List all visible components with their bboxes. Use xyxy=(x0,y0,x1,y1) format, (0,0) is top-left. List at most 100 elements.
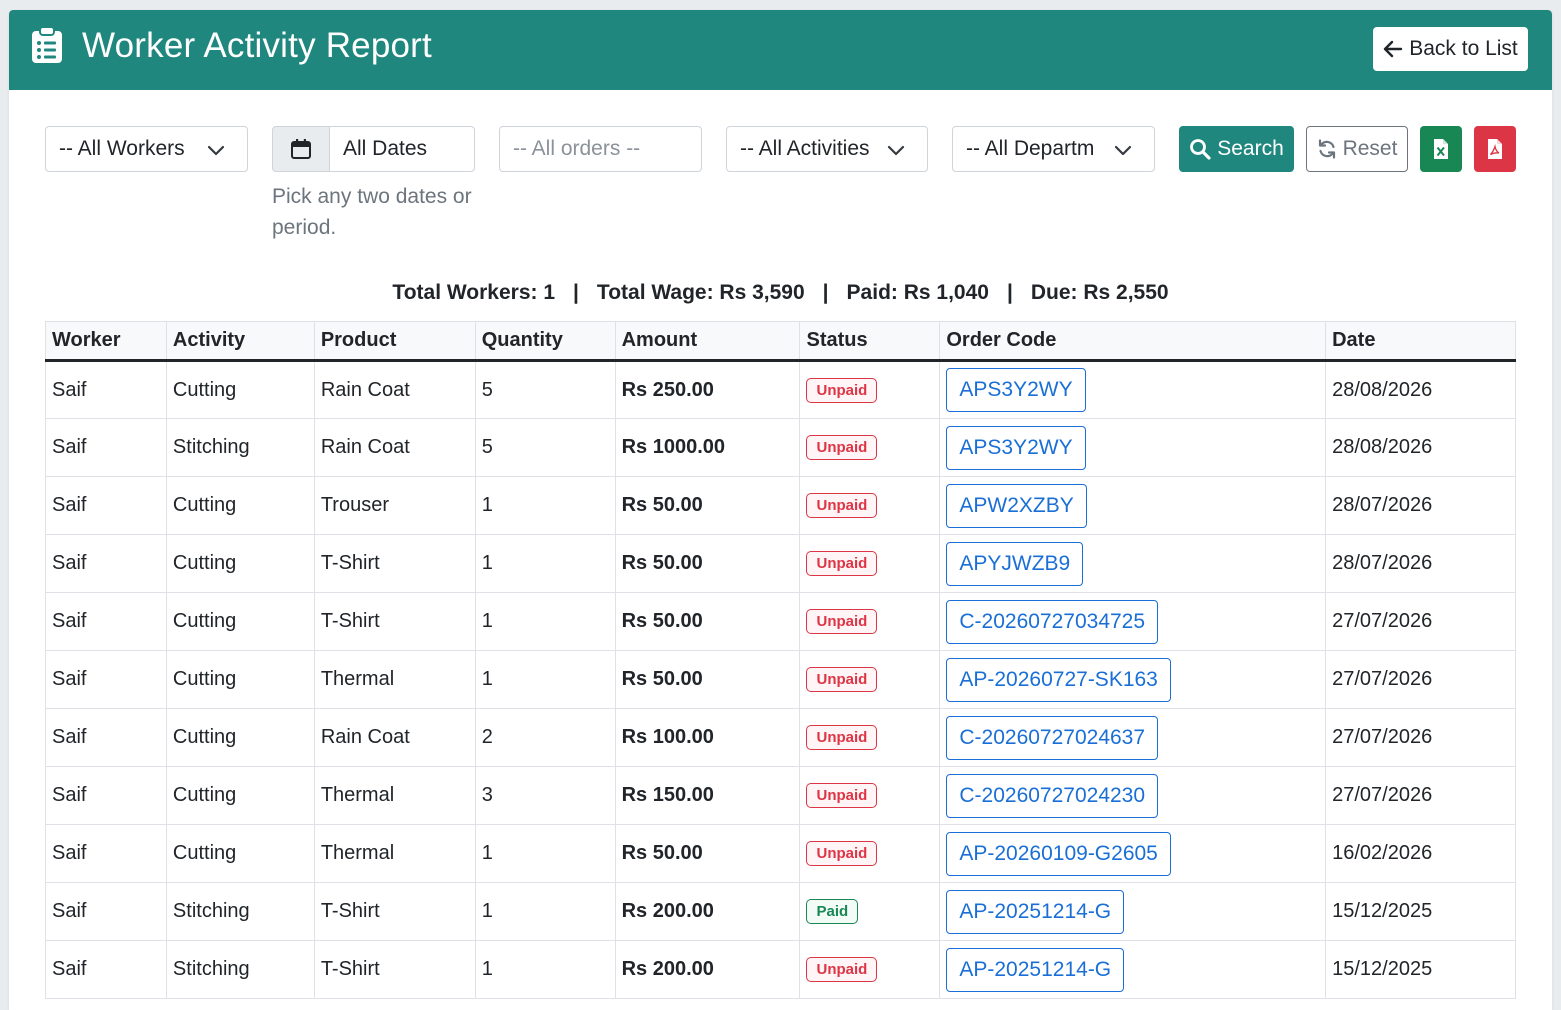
search-button-label: Search xyxy=(1217,137,1284,160)
column-header-date: Date xyxy=(1325,321,1516,362)
cell-order-code: APS3Y2WY xyxy=(939,360,1327,419)
table-row: Saif Cutting T-Shirt 1 Rs 50.00 Unpaid APYJWZB… xyxy=(45,534,1516,593)
status-badge: Unpaid xyxy=(806,841,878,866)
table-row: Saif Cutting Thermal 1 Rs 50.00 Unpaid AP-2026… xyxy=(45,650,1516,709)
cell-amount: Rs 100.00 xyxy=(614,708,801,767)
order-input-placeholder: -- All orders -- xyxy=(513,137,641,160)
order-code-link[interactable]: C-20260727024230 xyxy=(946,773,1159,818)
cell-amount: Rs 250.00 xyxy=(614,360,801,419)
cell-worker: Saif xyxy=(45,418,167,477)
column-header-quantity: Quantity xyxy=(474,321,616,362)
search-icon xyxy=(1190,139,1211,160)
cell-date: 28/08/2026 xyxy=(1325,418,1516,477)
cell-order-code: APYJWZB9 xyxy=(939,534,1327,593)
cell-product: T-Shirt xyxy=(313,940,476,999)
cell-amount: Rs 50.00 xyxy=(614,534,801,593)
cell-activity: Cutting xyxy=(165,766,315,825)
cell-activity: Cutting xyxy=(165,360,315,419)
reset-button-label: Reset xyxy=(1342,137,1398,160)
back-to-list-button[interactable]: Back to List xyxy=(1373,27,1528,71)
cell-date: 28/07/2026 xyxy=(1325,534,1516,593)
order-code-link[interactable]: APYJWZB9 xyxy=(946,541,1084,586)
cell-quantity: 1 xyxy=(474,476,616,535)
cell-worker: Saif xyxy=(45,476,167,535)
activity-table: Worker Activity Product Quantity Amount … xyxy=(45,321,1516,999)
chevron-down-icon xyxy=(207,145,225,156)
date-range-picker[interactable]: All Dates xyxy=(272,126,475,172)
calendar-addon[interactable] xyxy=(272,126,330,172)
activity-select[interactable]: -- All Activities xyxy=(726,126,928,172)
status-badge: Unpaid xyxy=(806,725,878,750)
status-badge: Unpaid xyxy=(806,435,878,460)
status-badge: Unpaid xyxy=(806,377,878,403)
cell-worker: Saif xyxy=(45,592,167,651)
order-code-link[interactable]: AP-20251214-G xyxy=(946,889,1125,934)
summary-separator: | xyxy=(573,281,579,304)
status-badge: Unpaid xyxy=(806,667,878,692)
order-code-link[interactable]: AP-20260727-SK163 xyxy=(946,657,1171,702)
reset-button[interactable]: Reset xyxy=(1306,126,1408,172)
order-code-link[interactable]: C-20260727034725 xyxy=(946,599,1159,644)
status-badge: Unpaid xyxy=(806,957,878,982)
cell-product: T-Shirt xyxy=(313,534,476,593)
cell-amount: Rs 150.00 xyxy=(614,766,801,825)
cell-product: Thermal xyxy=(313,824,476,883)
department-select-value: -- All Departm xyxy=(966,137,1095,160)
order-code-link[interactable]: AP-20260109-G2605 xyxy=(946,831,1171,876)
cell-status: Unpaid xyxy=(799,418,941,477)
cell-activity: Cutting xyxy=(165,534,315,593)
cell-status: Unpaid xyxy=(799,360,941,419)
chevron-down-icon xyxy=(887,145,905,156)
cell-product: Rain Coat xyxy=(313,708,476,767)
cell-date: 27/07/2026 xyxy=(1325,766,1516,825)
column-header-activity: Activity xyxy=(165,321,315,362)
order-code-link[interactable]: APW2XZBY xyxy=(946,483,1087,528)
clipboard-list-icon xyxy=(32,26,62,63)
status-badge: Unpaid xyxy=(806,551,878,576)
cell-order-code: AP-20260109-G2605 xyxy=(939,824,1327,883)
status-badge: Unpaid xyxy=(806,493,878,518)
cell-product: T-Shirt xyxy=(313,882,476,941)
cell-amount: Rs 50.00 xyxy=(614,476,801,535)
table-row: Saif Cutting Trouser 1 Rs 50.00 Unpaid APW2XZB… xyxy=(45,476,1516,535)
cell-quantity: 2 xyxy=(474,708,616,767)
table-row: Saif Cutting Rain Coat 5 Rs 250.00 Unpaid APS3… xyxy=(45,360,1516,419)
order-code-link[interactable]: C-20260727024637 xyxy=(946,715,1159,760)
cell-status: Unpaid xyxy=(799,650,941,709)
total-due: Due: Rs 2,550 xyxy=(1030,281,1169,304)
table-header-row: Worker Activity Product Quantity Amount … xyxy=(45,321,1516,362)
cell-quantity: 1 xyxy=(474,940,616,999)
worker-select[interactable]: -- All Workers xyxy=(45,126,248,172)
cell-worker: Saif xyxy=(45,360,167,419)
cell-amount: Rs 200.00 xyxy=(614,882,801,941)
column-header-product: Product xyxy=(313,321,476,362)
order-input[interactable]: -- All orders -- xyxy=(499,126,702,172)
column-header-status: Status xyxy=(799,321,941,362)
export-pdf-button[interactable] xyxy=(1474,126,1516,172)
cell-date: 27/07/2026 xyxy=(1325,650,1516,709)
file-excel-icon xyxy=(1434,139,1448,159)
refresh-icon xyxy=(1318,139,1335,159)
cell-order-code: C-20260727024637 xyxy=(939,708,1327,767)
date-range-input[interactable]: All Dates xyxy=(329,126,475,172)
total-paid: Paid: Rs 1,040 xyxy=(846,281,989,304)
cell-quantity: 1 xyxy=(474,650,616,709)
table-row: Saif Cutting Rain Coat 2 Rs 100.00 Unpaid C-20… xyxy=(45,708,1516,767)
chevron-down-icon xyxy=(1114,145,1132,156)
cell-date: 28/07/2026 xyxy=(1325,476,1516,535)
table-row: Saif Stitching T-Shirt 1 Rs 200.00 Unpaid AP-2… xyxy=(45,940,1516,999)
cell-activity: Cutting xyxy=(165,592,315,651)
department-select[interactable]: -- All Departm xyxy=(952,126,1155,172)
order-code-link[interactable]: APS3Y2WY xyxy=(946,368,1086,412)
order-code-link[interactable]: APS3Y2WY xyxy=(946,425,1086,470)
cell-order-code: AP-20260727-SK163 xyxy=(939,650,1327,709)
cell-worker: Saif xyxy=(45,766,167,825)
column-header-amount: Amount xyxy=(614,321,801,362)
cell-date: 15/12/2025 xyxy=(1325,882,1516,941)
search-button[interactable]: Search xyxy=(1179,126,1294,172)
order-code-link[interactable]: AP-20251214-G xyxy=(946,947,1125,992)
export-excel-button[interactable] xyxy=(1420,126,1462,172)
cell-order-code: APW2XZBY xyxy=(939,476,1327,535)
table-row: Saif Cutting Thermal 3 Rs 150.00 Unpaid C-2026… xyxy=(45,766,1516,825)
cell-status: Unpaid xyxy=(799,708,941,767)
